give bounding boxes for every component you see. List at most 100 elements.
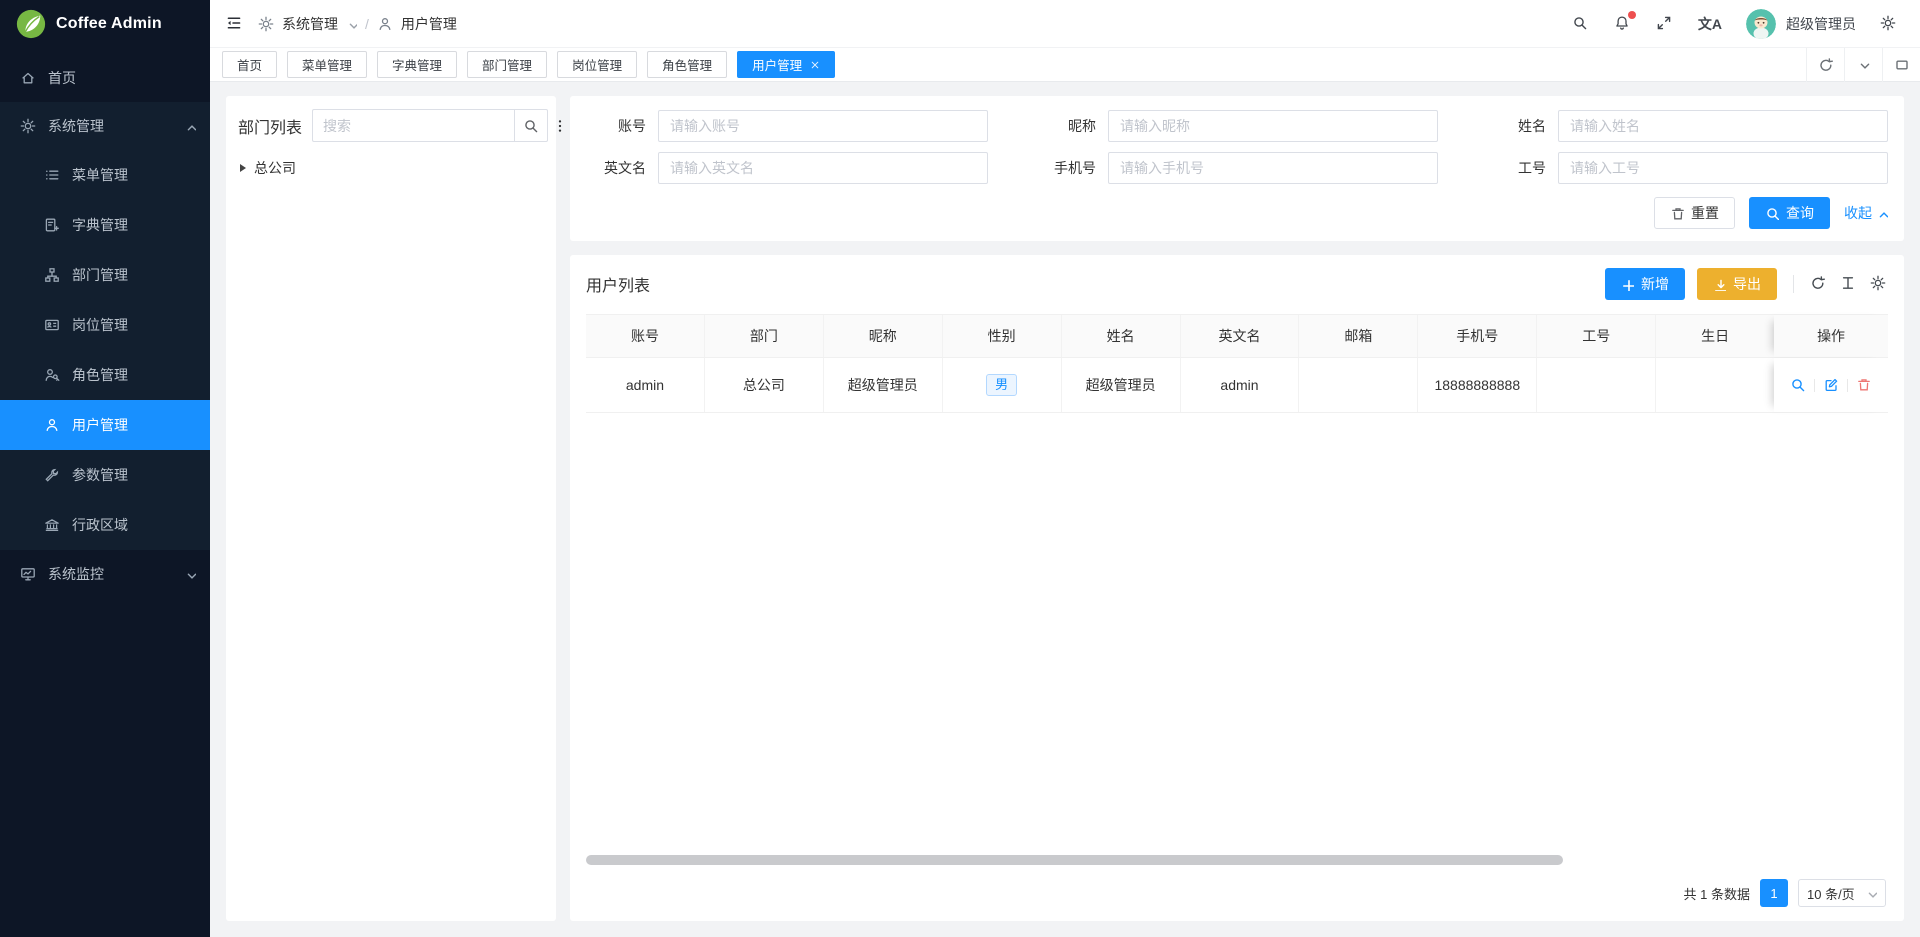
breadcrumb-level1[interactable]: 系统管理 [282,14,338,34]
field-nickname: 昵称 [1036,110,1438,142]
department-panel-title: 部门列表 [238,114,302,138]
brand-name: Coffee Admin [56,15,162,33]
cell-gender: 男 [943,358,1062,412]
tree-expand-caret-icon[interactable] [240,164,246,172]
notification-button[interactable] [1614,15,1632,33]
content-fullscreen-button[interactable] [1882,48,1920,82]
english-name-input[interactable] [658,152,988,184]
column-settings-button[interactable] [1870,275,1888,293]
tab-close-icon[interactable] [810,60,820,70]
tab-menu-mgmt[interactable]: 菜单管理 [287,51,367,78]
sidebar-item-region[interactable]: 行政区域 [0,500,210,550]
chevron-down-icon [1865,887,1877,899]
chevron-up-icon [1876,207,1888,219]
page-button-1[interactable]: 1 [1760,879,1788,907]
field-work-no: 工号 [1486,152,1888,184]
account-input[interactable] [658,110,988,142]
page-size-select[interactable]: 10 条/页 [1798,879,1886,907]
edit-row-button[interactable] [1823,377,1839,393]
name-input[interactable] [1558,110,1888,142]
add-user-button[interactable]: 新增 [1605,268,1685,300]
collapse-filter-link[interactable]: 收起 [1844,203,1888,223]
tree-node-head-office[interactable]: 总公司 [238,158,544,178]
work-no-input[interactable] [1558,152,1888,184]
user-table-card: 用户列表 新增 导出 [570,255,1904,921]
sidebar-group-monitor[interactable]: 系统监控 [0,550,210,598]
export-button[interactable]: 导出 [1697,268,1777,300]
text-height-icon [1840,275,1858,293]
chevron-down-icon [184,568,196,580]
table-refresh-button[interactable] [1810,275,1828,293]
cell-department: 总公司 [705,358,824,412]
download-icon [1713,278,1726,291]
row-height-button[interactable] [1840,275,1858,293]
table-row: admin 总公司 超级管理员 男 超级管理员 admin 1888888888… [586,358,1888,413]
breadcrumb-separator: / [365,16,369,32]
tab-dict-mgmt[interactable]: 字典管理 [377,51,457,78]
tab-bar: 首页 菜单管理 字典管理 部门管理 岗位管理 角色管理 用户管理 [210,48,1920,82]
sidebar-group-label: 系统管理 [48,116,104,136]
view-row-button[interactable] [1790,377,1806,393]
column-header-gender: 性别 [943,315,1062,357]
menu-fold-icon[interactable] [226,15,244,33]
user-menu[interactable]: 超级管理员 [1746,9,1856,39]
tab-role-mgmt[interactable]: 角色管理 [647,51,727,78]
sidebar-item-user-mgmt[interactable]: 用户管理 [0,400,210,450]
breadcrumb-level2[interactable]: 用户管理 [401,14,457,34]
sidebar-item-post-mgmt[interactable]: 岗位管理 [0,300,210,350]
notification-badge [1628,11,1636,19]
phone-input[interactable] [1108,152,1438,184]
monitor-icon [20,566,36,582]
breadcrumb: 系统管理 / 用户管理 [258,14,457,34]
field-label: 姓名 [1486,116,1558,136]
sidebar-item-param-mgmt[interactable]: 参数管理 [0,450,210,500]
sidebar-item-dept-mgmt[interactable]: 部门管理 [0,250,210,300]
cell-english-name: admin [1181,358,1300,412]
app-window: Coffee Admin 首页 系统管理 菜单管理 字典管理 [0,0,1920,937]
sidebar-item-home[interactable]: 首页 [0,54,210,102]
sidebar-item-role-mgmt[interactable]: 角色管理 [0,350,210,400]
sidebar-group-system[interactable]: 系统管理 [0,102,210,150]
column-header-name: 姓名 [1062,315,1181,357]
brand-logo[interactable]: Coffee Admin [0,0,210,48]
pagination: 共 1 条数据 1 10 条/页 [586,875,1888,913]
department-search-button[interactable] [514,109,548,142]
nickname-input[interactable] [1108,110,1438,142]
op-divider [1847,379,1848,392]
department-tree: 总公司 [238,158,544,178]
main-area: 系统管理 / 用户管理 文A [210,0,1920,937]
leaf-logo-icon [16,9,46,39]
search-icon [523,118,539,134]
delete-row-button[interactable] [1856,377,1872,393]
sidebar-item-dict-mgmt[interactable]: 字典管理 [0,200,210,250]
cell-actions [1774,358,1888,412]
department-more-button[interactable] [552,118,568,134]
fullscreen-button[interactable] [1656,15,1674,33]
top-header: 系统管理 / 用户管理 文A [210,0,1920,48]
refresh-icon [1810,275,1828,293]
gear-icon [258,16,274,32]
tab-user-mgmt[interactable]: 用户管理 [737,51,835,78]
scrollbar-thumb[interactable] [586,855,1563,865]
department-search-input[interactable] [312,109,514,142]
sidebar-item-menu-mgmt[interactable]: 菜单管理 [0,150,210,200]
tab-home[interactable]: 首页 [222,51,277,78]
column-header-english-name: 英文名 [1181,315,1300,357]
tab-more-button[interactable] [1844,48,1882,82]
toolbar-divider [1793,275,1794,293]
tab-dept-mgmt[interactable]: 部门管理 [467,51,547,78]
reset-button[interactable]: 重置 [1654,197,1735,229]
tab-refresh-button[interactable] [1806,48,1844,82]
sidebar-item-label: 字典管理 [72,215,128,235]
username: 超级管理员 [1786,14,1856,34]
sidebar: Coffee Admin 首页 系统管理 菜单管理 字典管理 [0,0,210,937]
tab-post-mgmt[interactable]: 岗位管理 [557,51,637,78]
maximize-icon [1894,57,1910,73]
language-switch-button[interactable]: 文A [1698,14,1722,34]
settings-button[interactable] [1880,15,1898,33]
header-search-button[interactable] [1572,15,1590,33]
search-button[interactable]: 查询 [1749,197,1830,229]
column-header-email: 邮箱 [1299,315,1418,357]
cell-nickname: 超级管理员 [824,358,943,412]
column-header-birthday: 生日 [1656,315,1774,357]
